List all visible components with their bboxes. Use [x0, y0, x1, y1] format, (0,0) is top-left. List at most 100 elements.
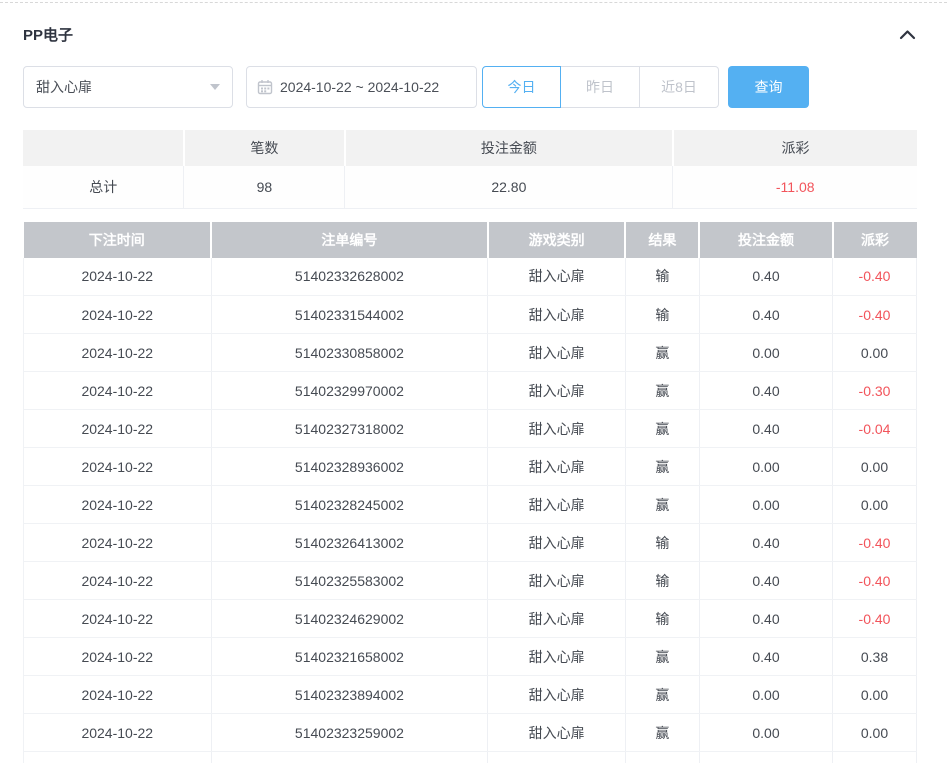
cell-bet-amount: 0.40 [699, 638, 832, 676]
game-select[interactable]: 甜入心扉 [23, 66, 233, 108]
summary-total-label: 总计 [23, 166, 184, 208]
summary-header-row: 笔数 投注金额 派彩 [23, 130, 917, 166]
cell-bet-time: 2024-10-22 [24, 334, 212, 372]
cell-bet-id: 51402330858002 [211, 334, 488, 372]
cell-payout: 0.38 [833, 638, 917, 676]
chevron-up-icon [899, 29, 916, 40]
summary-header-bet-amount: 投注金额 [345, 130, 673, 166]
cell-payout [833, 752, 917, 763]
cell-payout: 0.00 [833, 714, 917, 752]
cell-bet-id: 51402328245002 [211, 486, 488, 524]
quick-range-last8days-button[interactable]: 近8日 [640, 66, 719, 108]
cell-payout: -0.04 [833, 410, 917, 448]
quick-range-yesterday-button[interactable]: 昨日 [561, 66, 640, 108]
cell-result: 赢 [625, 410, 699, 448]
cell-bet-time: 2024-10-22 [24, 676, 212, 714]
records-header-bet-time: 下注时间 [24, 222, 212, 258]
cell-payout: -0.40 [833, 524, 917, 562]
cell-bet-id: 51402323894002 [211, 676, 488, 714]
cell-bet-amount: 0.00 [699, 334, 832, 372]
cell-result: 赢 [625, 486, 699, 524]
cell-bet-time: 2024-10-22 [24, 448, 212, 486]
cell-game-type: 甜入心扉 [488, 562, 626, 600]
summary-header-count: 笔数 [184, 130, 345, 166]
cell-result: 输 [625, 600, 699, 638]
cell-payout: 0.00 [833, 334, 917, 372]
cell-game-type: 甜入心扉 [488, 600, 626, 638]
cell-bet-time: 2024-10-22 [24, 410, 212, 448]
cell-bet-time [24, 752, 212, 763]
cell-bet-id: 51402326413002 [211, 524, 488, 562]
filter-bar: 甜入心扉 2024-10-22 ~ 2024-10-22 今日 昨日 近8日 查… [23, 66, 917, 108]
cell-game-type: 甜入心扉 [488, 410, 626, 448]
cell-bet-id: 51402321658002 [211, 638, 488, 676]
summary-header-payout: 派彩 [673, 130, 917, 166]
cell-result: 赢 [625, 714, 699, 752]
collapse-button[interactable] [897, 25, 917, 45]
date-range-input[interactable]: 2024-10-22 ~ 2024-10-22 [246, 66, 477, 108]
table-row: 2024-10-22 51402324629002 甜入心扉 输 0.40 -0… [24, 600, 917, 638]
table-row: 2024-10-22 51402325583002 甜入心扉 输 0.40 -0… [24, 562, 917, 600]
summary-table: 笔数 投注金额 派彩 总计 98 22.80 -11.08 [23, 130, 917, 209]
cell-bet-time: 2024-10-22 [24, 562, 212, 600]
chevron-down-icon [210, 84, 220, 90]
cell-bet-amount: 0.00 [699, 714, 832, 752]
cell-payout: -0.40 [833, 600, 917, 638]
cell-payout: -0.40 [833, 296, 917, 334]
query-button[interactable]: 查询 [728, 66, 809, 108]
cell-bet-amount: 0.00 [699, 448, 832, 486]
summary-total-bet-amount: 22.80 [345, 166, 673, 208]
cell-game-type: 甜入心扉 [488, 638, 626, 676]
cell-result: 赢 [625, 752, 699, 763]
table-row: 2024-10-22 51402323259002 甜入心扉 赢 0.00 0.… [24, 714, 917, 752]
cell-result: 输 [625, 524, 699, 562]
cell-bet-amount: 0.40 [699, 524, 832, 562]
table-row: 甜入心扉 赢 [24, 752, 917, 763]
table-row: 2024-10-22 51402329970002 甜入心扉 赢 0.40 -0… [24, 372, 917, 410]
summary-total-row: 总计 98 22.80 -11.08 [23, 166, 917, 208]
cell-bet-time: 2024-10-22 [24, 524, 212, 562]
cell-game-type: 甜入心扉 [488, 448, 626, 486]
records-header-bet-amount: 投注金额 [699, 222, 832, 258]
top-dashed-divider [0, 2, 947, 3]
records-header-game-type: 游戏类别 [488, 222, 626, 258]
cell-bet-time: 2024-10-22 [24, 638, 212, 676]
summary-header-blank [23, 130, 184, 166]
cell-result: 赢 [625, 676, 699, 714]
cell-bet-amount [699, 752, 832, 763]
bet-records-panel: PP电子 甜入心扉 2024-10-22 ~ 2024-10-22 今日 昨日 … [0, 24, 947, 763]
cell-game-type: 甜入心扉 [488, 486, 626, 524]
records-header-bet-id: 注单编号 [211, 222, 488, 258]
table-row: 2024-10-22 51402327318002 甜入心扉 赢 0.40 -0… [24, 410, 917, 448]
cell-game-type: 甜入心扉 [488, 372, 626, 410]
table-row: 2024-10-22 51402321658002 甜入心扉 赢 0.40 0.… [24, 638, 917, 676]
cell-result: 赢 [625, 448, 699, 486]
table-row: 2024-10-22 51402328936002 甜入心扉 赢 0.00 0.… [24, 448, 917, 486]
cell-game-type: 甜入心扉 [488, 296, 626, 334]
summary-total-payout: -11.08 [673, 166, 917, 208]
cell-bet-time: 2024-10-22 [24, 296, 212, 334]
cell-payout: 0.00 [833, 676, 917, 714]
cell-bet-time: 2024-10-22 [24, 714, 212, 752]
cell-result: 赢 [625, 334, 699, 372]
cell-payout: 0.00 [833, 486, 917, 524]
cell-game-type: 甜入心扉 [488, 752, 626, 763]
cell-payout: -0.30 [833, 372, 917, 410]
cell-game-type: 甜入心扉 [488, 524, 626, 562]
cell-bet-id: 51402325583002 [211, 562, 488, 600]
table-row: 2024-10-22 51402326413002 甜入心扉 输 0.40 -0… [24, 524, 917, 562]
cell-bet-amount: 0.40 [699, 600, 832, 638]
cell-bet-amount: 0.40 [699, 562, 832, 600]
cell-bet-amount: 0.40 [699, 410, 832, 448]
cell-result: 输 [625, 296, 699, 334]
records-header-row: 下注时间 注单编号 游戏类别 结果 投注金额 派彩 [24, 222, 917, 258]
cell-bet-time: 2024-10-22 [24, 372, 212, 410]
cell-bet-id: 51402324629002 [211, 600, 488, 638]
game-select-value: 甜入心扉 [36, 77, 92, 97]
cell-bet-id [211, 752, 488, 763]
panel-header: PP电子 [23, 24, 917, 45]
cell-result: 输 [625, 258, 699, 296]
calendar-icon [257, 79, 273, 95]
quick-range-today-button[interactable]: 今日 [482, 66, 561, 108]
cell-bet-id: 51402328936002 [211, 448, 488, 486]
